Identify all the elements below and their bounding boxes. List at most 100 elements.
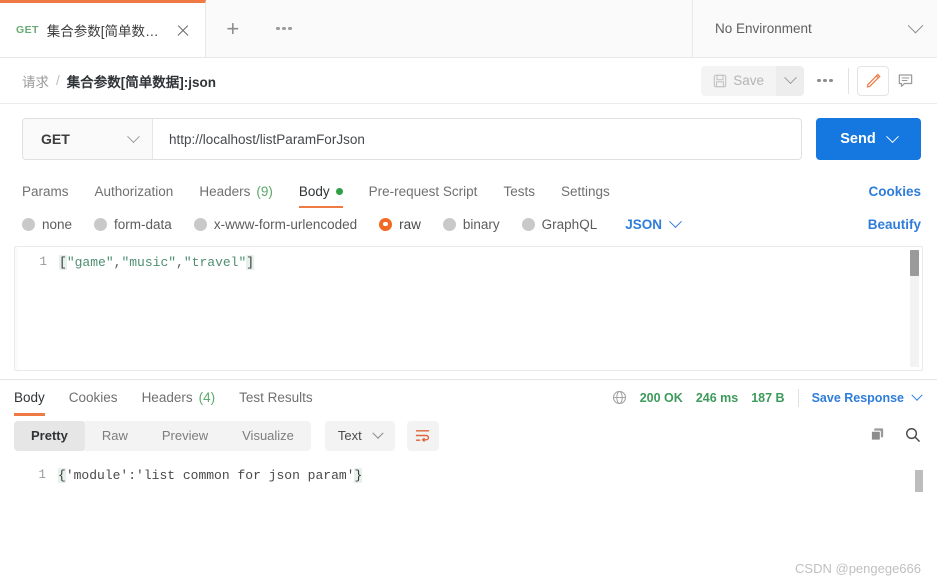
tab-label: Settings: [560, 183, 610, 199]
request-body-editor[interactable]: 1 ["game","music","travel"]: [14, 246, 923, 371]
response-tab-test-results[interactable]: Test Results: [239, 380, 313, 416]
view-preview[interactable]: Preview: [145, 421, 225, 451]
view-label: Visualize: [242, 428, 294, 443]
beautify-link[interactable]: Beautify: [868, 217, 921, 232]
response-scrollbar-thumb[interactable]: [915, 469, 923, 492]
response-actions: [869, 426, 921, 446]
body-type-label: none: [42, 216, 73, 232]
response-time: 246 ms: [695, 390, 739, 405]
response-tab-cookies[interactable]: Cookies: [69, 380, 118, 416]
string-music: "music": [121, 255, 177, 270]
tab-options-ellipsis-icon[interactable]: [259, 0, 308, 57]
line-number: 1: [39, 255, 47, 269]
body-type-none[interactable]: none: [22, 217, 72, 232]
editor-code-text: ["game","music","travel"]: [59, 255, 255, 270]
tab-label: Params: [22, 183, 69, 199]
response-language-selector[interactable]: Text: [324, 420, 395, 451]
response-tab-body[interactable]: Body: [14, 380, 45, 416]
body-type-form-data[interactable]: form-data: [94, 217, 172, 232]
tab-bar-spacer: [307, 0, 692, 57]
chevron-down-icon: [372, 427, 384, 439]
url-input[interactable]: http://localhost/listParamForJson: [153, 119, 801, 159]
response-body-viewer[interactable]: 1 {'module':'list common for json param'…: [0, 456, 937, 582]
tab-params[interactable]: Params: [22, 174, 69, 208]
body-type-binary[interactable]: binary: [442, 216, 500, 232]
view-visualize[interactable]: Visualize: [225, 421, 311, 451]
close-icon[interactable]: [175, 22, 191, 38]
http-method-selector[interactable]: GET: [23, 119, 153, 159]
request-tab-active[interactable]: GET 集合参数[简单数据]...: [0, 0, 206, 57]
raw-format-selector[interactable]: JSON: [625, 214, 682, 232]
body-type-graphql[interactable]: GraphQL: [521, 216, 598, 232]
radio-icon: [94, 217, 108, 231]
new-tab-button[interactable]: +: [205, 0, 260, 57]
response-code-text: {'module':'list common for json param'}: [58, 467, 363, 483]
search-button[interactable]: [904, 426, 921, 446]
tab-tests[interactable]: Tests: [503, 174, 535, 208]
body-type-label: binary: [462, 216, 500, 232]
tab-label: Headers: [199, 183, 251, 199]
tab-pre-request-script[interactable]: Pre-request Script: [369, 174, 478, 208]
wrap-lines-button[interactable]: [406, 420, 439, 451]
radio-selected-icon: [379, 217, 393, 231]
tab-settings[interactable]: Settings: [561, 174, 610, 208]
save-button[interactable]: Save: [701, 65, 776, 96]
body-type-urlencoded[interactable]: x-www-form-urlencoded: [193, 216, 358, 232]
copy-button[interactable]: [869, 426, 886, 446]
chevron-down-icon: [669, 214, 682, 228]
save-response-button[interactable]: Save Response: [812, 389, 923, 405]
editor-left-edge: [15, 247, 18, 370]
response-key: 'module': [65, 467, 129, 483]
response-view-segmented-control: Pretty Raw Preview Visualize: [14, 420, 311, 451]
tab-label: Headers: [141, 390, 193, 405]
body-type-label: GraphQL: [541, 216, 598, 232]
response-status-group: 200 OK 246 ms 187 B Save Response: [612, 388, 923, 407]
copy-icon: [870, 427, 884, 441]
chevron-down-icon: [783, 71, 797, 85]
search-icon: [906, 427, 920, 442]
toolbar-divider: [848, 67, 849, 94]
radio-icon: [193, 217, 207, 231]
dot: [823, 78, 827, 83]
tab-headers[interactable]: Headers (9): [199, 174, 273, 208]
tab-count-badge: (4): [198, 390, 216, 405]
editor-scrollbar-thumb[interactable]: [910, 250, 919, 276]
view-pretty[interactable]: Pretty: [14, 420, 85, 451]
tab-body[interactable]: Body: [298, 174, 343, 208]
tab-authorization[interactable]: Authorization: [95, 174, 174, 208]
raw-format-label: JSON: [625, 216, 662, 232]
string-game: "game": [66, 255, 114, 270]
radio-icon: [22, 217, 35, 231]
view-label: Preview: [161, 428, 209, 443]
environment-selector[interactable]: No Environment: [692, 0, 937, 57]
url-input-group: GET http://localhost/listParamForJson: [22, 118, 802, 160]
request-more-ellipsis-icon[interactable]: [804, 78, 846, 83]
save-dropdown-button[interactable]: [776, 65, 804, 96]
body-type-selector: none form-data x-www-form-urlencoded raw…: [0, 208, 937, 240]
comments-button[interactable]: [889, 66, 921, 96]
comment-icon: [898, 74, 912, 87]
url-bar: GET http://localhost/listParamForJson Se…: [0, 104, 937, 174]
chevron-down-icon[interactable]: [885, 129, 899, 143]
radio-icon: [521, 217, 535, 231]
tab-title-label: 集合参数[简单数据]...: [46, 24, 165, 39]
tab-label: Pre-request Script: [368, 183, 478, 199]
body-type-label: x-www-form-urlencoded: [213, 216, 358, 232]
response-tab-headers[interactable]: Headers (4): [142, 380, 216, 416]
send-button[interactable]: Send: [816, 118, 921, 160]
tab-method-label: GET: [16, 24, 39, 36]
save-button-group: Save: [701, 65, 804, 96]
status-divider: [797, 388, 799, 407]
chevron-down-icon: [911, 389, 923, 401]
breadcrumb-root[interactable]: 请求: [22, 71, 49, 91]
body-type-label: raw: [399, 216, 421, 232]
request-section-tabs: Params Authorization Headers (9) Body Pr…: [0, 174, 937, 208]
cookies-link[interactable]: Cookies: [868, 184, 921, 199]
response-value: 'list common for json param': [136, 467, 355, 483]
body-type-raw[interactable]: raw: [379, 217, 421, 232]
edit-request-button[interactable]: [857, 65, 889, 96]
floppy-disk-icon: [713, 74, 727, 87]
response-language-label: Text: [337, 428, 362, 443]
globe-icon: [612, 390, 626, 405]
view-raw[interactable]: Raw: [85, 421, 145, 451]
